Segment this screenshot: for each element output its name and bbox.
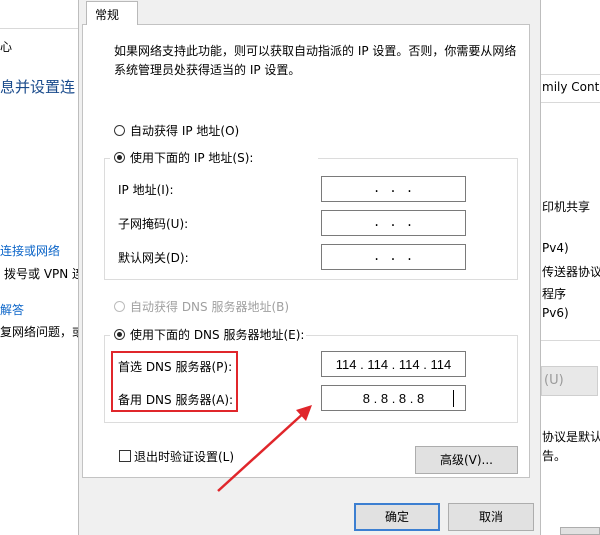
cancel-button[interactable]: 取消 (448, 503, 534, 531)
advanced-button[interactable]: 高级(V)... (415, 446, 518, 474)
tab-general[interactable]: 常规 (86, 1, 138, 25)
validate-settings-label[interactable]: 退出时验证设置(L) (134, 448, 234, 465)
ok-button[interactable]: 确定 (354, 503, 440, 531)
validate-settings-checkbox[interactable] (119, 450, 131, 462)
